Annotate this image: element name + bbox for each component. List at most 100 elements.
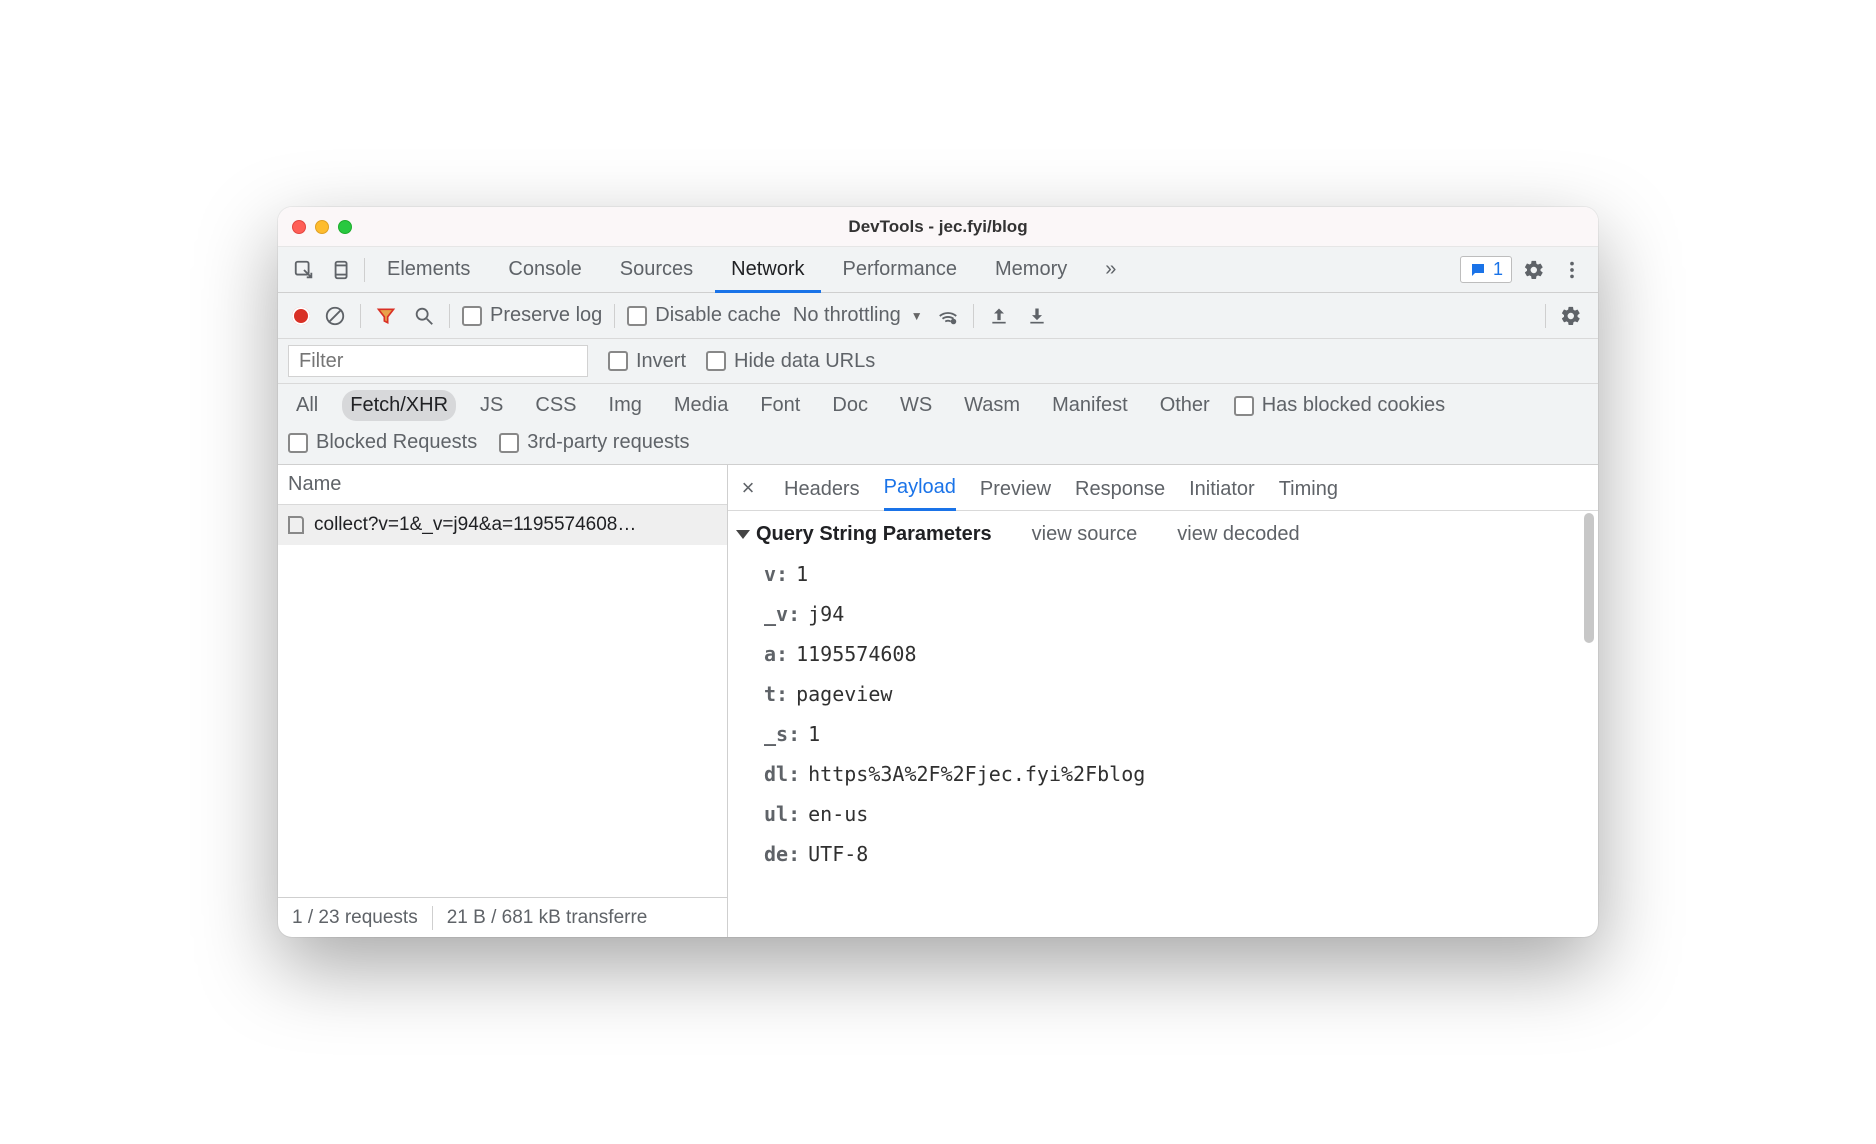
invert-checkbox[interactable]: Invert: [608, 350, 686, 373]
document-icon: [288, 516, 304, 534]
filter-type-js[interactable]: JS: [472, 390, 511, 421]
clear-icon[interactable]: [322, 303, 348, 329]
download-har-icon[interactable]: [1024, 303, 1050, 329]
param-value: 1195574608: [796, 634, 916, 674]
filter-type-img[interactable]: Img: [601, 390, 650, 421]
tab-network[interactable]: Network: [715, 247, 820, 293]
disclosure-triangle-icon: [736, 530, 750, 539]
third-party-checkbox[interactable]: 3rd-party requests: [499, 431, 689, 454]
filter-type-font[interactable]: Font: [752, 390, 808, 421]
column-header-name[interactable]: Name: [278, 465, 727, 505]
hide-data-urls-checkbox[interactable]: Hide data URLs: [706, 350, 875, 373]
param-key: v:: [764, 554, 788, 594]
param-key: _s:: [764, 714, 800, 754]
param-value: en-us: [808, 794, 868, 834]
filter-type-wasm[interactable]: Wasm: [956, 390, 1028, 421]
filter-type-media[interactable]: Media: [666, 390, 736, 421]
close-detail-button[interactable]: ×: [736, 476, 760, 500]
device-toggle-icon[interactable]: [326, 254, 358, 286]
param-key: de:: [764, 834, 800, 874]
query-param-row: dl:https%3A%2F%2Fjec.fyi%2Fblog: [764, 754, 1590, 794]
detail-tabs: × Headers Payload Preview Response Initiator…: [728, 465, 1598, 511]
inspect-icon[interactable]: [288, 254, 320, 286]
detail-tab-response[interactable]: Response: [1075, 465, 1165, 511]
view-decoded-link[interactable]: view decoded: [1177, 523, 1299, 546]
param-key: dl:: [764, 754, 800, 794]
preserve-log-checkbox[interactable]: Preserve log: [462, 304, 602, 327]
param-key: a:: [764, 634, 788, 674]
request-name: collect?v=1&_v=j94&a=1195574608…: [314, 514, 636, 536]
param-value: 1: [796, 554, 808, 594]
detail-tab-payload[interactable]: Payload: [884, 465, 956, 511]
more-tabs-button[interactable]: »: [1089, 247, 1132, 293]
invert-label: Invert: [636, 350, 686, 373]
transfer-size: 21 B / 681 kB transferre: [447, 907, 648, 929]
divider: [1545, 304, 1546, 328]
window-title: DevTools - jec.fyi/blog: [278, 217, 1598, 237]
filter-type-manifest[interactable]: Manifest: [1044, 390, 1136, 421]
query-params-list: v:1_v:j94a:1195574608t:pageview_s:1dl:ht…: [736, 554, 1590, 874]
param-value: UTF-8: [808, 834, 868, 874]
throttling-select[interactable]: No throttling ▼: [793, 304, 923, 327]
divider: [449, 304, 450, 328]
network-toolbar: Preserve log Disable cache No throttling…: [278, 293, 1598, 339]
filter-type-ws[interactable]: WS: [892, 390, 940, 421]
filter-input[interactable]: [288, 345, 588, 377]
query-param-row: v:1: [764, 554, 1590, 594]
network-content: Name collect?v=1&_v=j94&a=1195574608… 1 …: [278, 465, 1598, 937]
record-button[interactable]: [292, 307, 310, 325]
detail-tab-headers[interactable]: Headers: [784, 465, 860, 511]
scrollbar[interactable]: [1584, 513, 1594, 643]
payload-body: Query String Parameters view source view…: [728, 511, 1598, 937]
filter-type-all[interactable]: All: [288, 390, 326, 421]
filter-type-fetchxhr[interactable]: Fetch/XHR: [342, 390, 456, 421]
divider: [614, 304, 615, 328]
settings-icon[interactable]: [1518, 254, 1550, 286]
has-blocked-cookies-checkbox[interactable]: Has blocked cookies: [1234, 394, 1445, 417]
titlebar: DevTools - jec.fyi/blog: [278, 207, 1598, 247]
detail-tab-preview[interactable]: Preview: [980, 465, 1051, 511]
has-blocked-cookies-label: Has blocked cookies: [1262, 394, 1445, 417]
query-params-section-header[interactable]: Query String Parameters view source view…: [736, 523, 1590, 546]
query-param-row: _s:1: [764, 714, 1590, 754]
tab-elements[interactable]: Elements: [371, 247, 486, 293]
filter-type-other[interactable]: Other: [1152, 390, 1218, 421]
tab-memory[interactable]: Memory: [979, 247, 1083, 293]
search-icon[interactable]: [411, 303, 437, 329]
tab-console[interactable]: Console: [492, 247, 597, 293]
divider: [973, 304, 974, 328]
query-param-row: _v:j94: [764, 594, 1590, 634]
disable-cache-checkbox[interactable]: Disable cache: [627, 304, 781, 327]
tab-sources[interactable]: Sources: [604, 247, 709, 293]
preserve-log-label: Preserve log: [490, 304, 602, 327]
request-list-panel: Name collect?v=1&_v=j94&a=1195574608… 1 …: [278, 465, 728, 937]
network-settings-icon[interactable]: [1558, 303, 1584, 329]
blocked-requests-label: Blocked Requests: [316, 431, 477, 454]
section-title: Query String Parameters: [756, 523, 992, 545]
param-value: pageview: [796, 674, 892, 714]
issues-chip[interactable]: 1: [1460, 256, 1512, 283]
kebab-menu-icon[interactable]: [1556, 254, 1588, 286]
request-row[interactable]: collect?v=1&_v=j94&a=1195574608…: [278, 505, 727, 545]
query-param-row: t:pageview: [764, 674, 1590, 714]
detail-tab-initiator[interactable]: Initiator: [1189, 465, 1255, 511]
view-source-link[interactable]: view source: [1032, 523, 1138, 546]
tab-performance[interactable]: Performance: [827, 247, 974, 293]
query-param-row: ul:en-us: [764, 794, 1590, 834]
divider: [432, 906, 433, 930]
hide-data-urls-label: Hide data URLs: [734, 350, 875, 373]
param-key: ul:: [764, 794, 800, 834]
filter-type-doc[interactable]: Doc: [824, 390, 876, 421]
param-key: t:: [764, 674, 788, 714]
request-detail-panel: × Headers Payload Preview Response Initiator…: [728, 465, 1598, 937]
filter-type-css[interactable]: CSS: [527, 390, 584, 421]
divider: [360, 304, 361, 328]
detail-tab-timing[interactable]: Timing: [1279, 465, 1338, 511]
blocked-requests-checkbox[interactable]: Blocked Requests: [288, 431, 477, 454]
type-filter-row-2: Blocked Requests 3rd-party requests: [278, 427, 1598, 465]
network-conditions-icon[interactable]: [935, 303, 961, 329]
chevron-down-icon: ▼: [911, 309, 923, 323]
upload-har-icon[interactable]: [986, 303, 1012, 329]
type-filter-row: All Fetch/XHR JS CSS Img Media Font Doc WS Wasm Ma…: [278, 384, 1598, 427]
filter-icon[interactable]: [373, 303, 399, 329]
